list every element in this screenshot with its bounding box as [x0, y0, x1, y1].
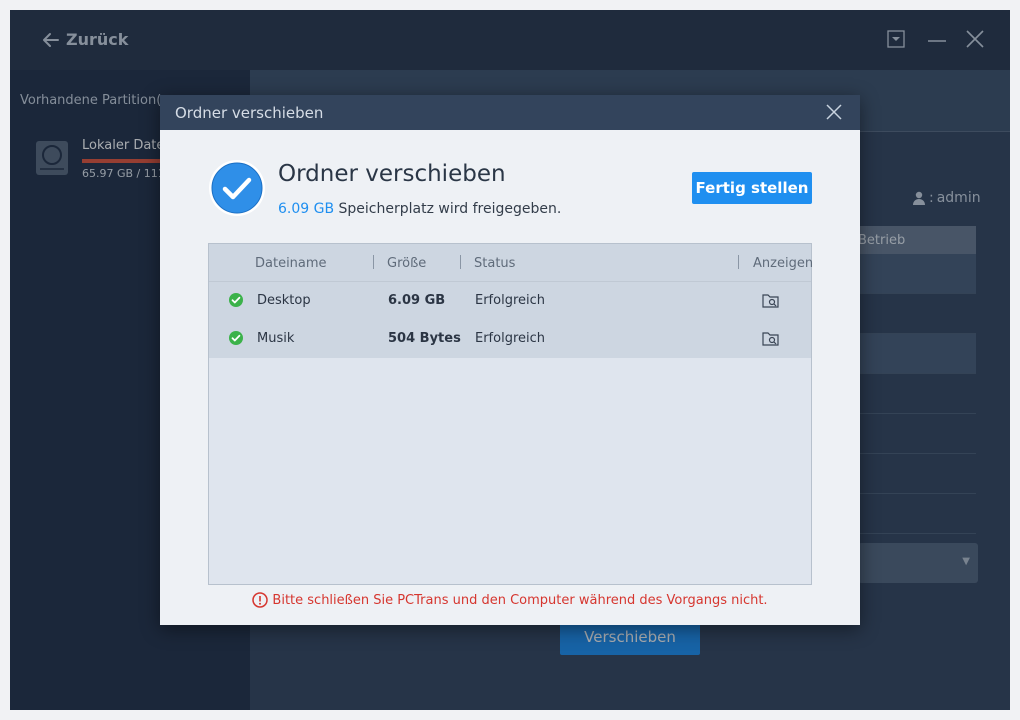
row-status: Erfolgreich: [475, 331, 546, 346]
column-divider[interactable]: [738, 255, 739, 269]
row-name: Desktop: [257, 293, 311, 308]
row-name: Musik: [257, 331, 295, 346]
warning-text: Bitte schließen Sie PCTrans und den Comp…: [272, 592, 768, 608]
column-divider[interactable]: [460, 255, 461, 269]
dialog-title: Ordner verschieben: [175, 104, 324, 122]
result-table-header: Dateiname Größe Status Anzeigen: [209, 244, 813, 282]
dialog-close-button[interactable]: [826, 104, 842, 124]
move-folder-dialog: Ordner verschieben Ordner verschieben 6.…: [160, 95, 860, 625]
warning-message: Bitte schließen Sie PCTrans und den Comp…: [160, 592, 860, 608]
row-size: 6.09 GB: [388, 293, 446, 308]
table-row: Desktop 6.09 GB Erfolgreich: [209, 282, 811, 320]
app-window: Zurück Vorhandene Partition(e Lokaler Da…: [10, 10, 1010, 710]
warning-icon: [252, 592, 269, 608]
column-divider[interactable]: [373, 255, 374, 269]
column-header-view[interactable]: Anzeigen: [753, 256, 813, 271]
dialog-heading: Ordner verschieben: [278, 161, 506, 187]
freed-space-text: 6.09 GB Speicherplatz wird freigegeben.: [278, 201, 561, 217]
table-row: Musik 504 Bytes Erfolgreich: [209, 320, 811, 358]
check-circle-icon: [209, 160, 265, 216]
column-header-name[interactable]: Dateiname: [255, 256, 327, 271]
finish-button[interactable]: Fertig stellen: [692, 172, 812, 204]
row-status: Erfolgreich: [475, 293, 546, 308]
column-header-size[interactable]: Größe: [387, 256, 426, 271]
close-icon: [826, 104, 842, 120]
folder-search-icon[interactable]: [762, 293, 780, 309]
folder-search-icon[interactable]: [762, 331, 780, 347]
freed-label: Speicherplatz wird freigegeben.: [338, 201, 562, 217]
success-check-icon: [229, 293, 243, 307]
column-header-status[interactable]: Status: [474, 256, 515, 271]
row-size: 504 Bytes: [388, 331, 461, 346]
dialog-title-bar: Ordner verschieben: [160, 95, 860, 130]
result-table: Dateiname Größe Status Anzeigen Desktop …: [208, 243, 813, 585]
freed-amount: 6.09 GB: [278, 201, 335, 217]
success-check-icon: [229, 331, 243, 345]
